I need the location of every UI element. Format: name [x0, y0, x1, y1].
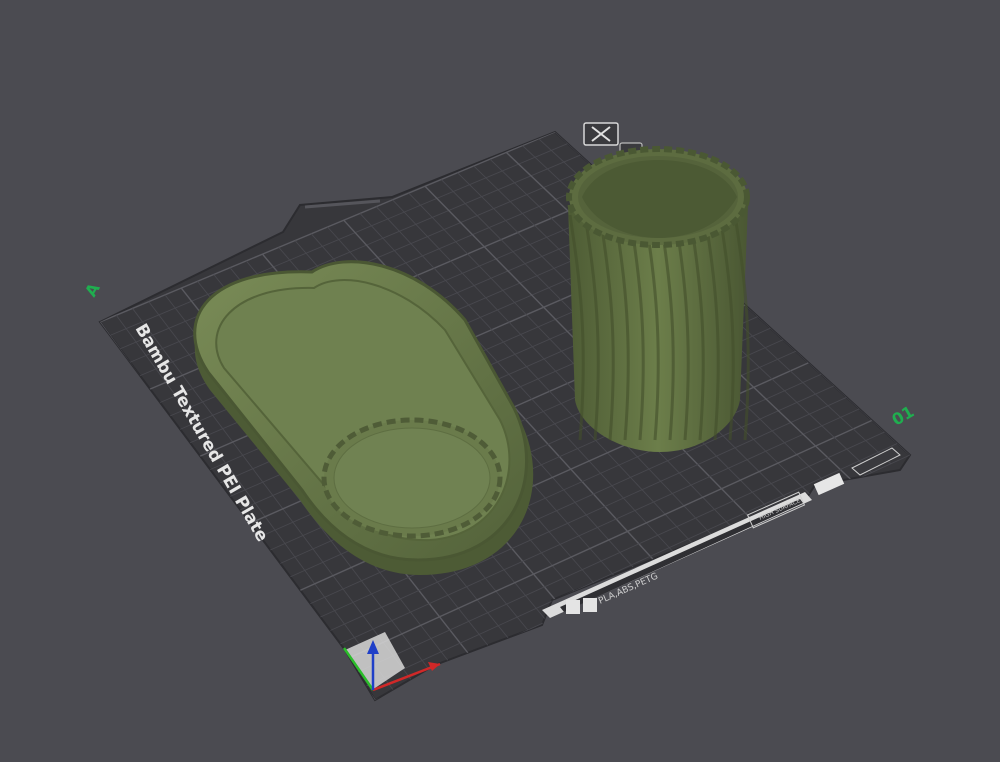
plate-number-label: 01: [889, 402, 918, 430]
plate-close-button[interactable]: [583, 122, 619, 146]
twisted-vase-object[interactable]: [566, 146, 750, 452]
3d-viewport[interactable]: Bambu Textured PEI Plate A 01 PLA,ABS,PE…: [0, 0, 1000, 762]
plate-corner-label-a: A: [81, 279, 104, 300]
bambu-logo-icon: [566, 600, 580, 614]
qr-icon: [583, 598, 597, 612]
scene-svg: Bambu Textured PEI Plate A 01 PLA,ABS,PE…: [81, 122, 918, 702]
